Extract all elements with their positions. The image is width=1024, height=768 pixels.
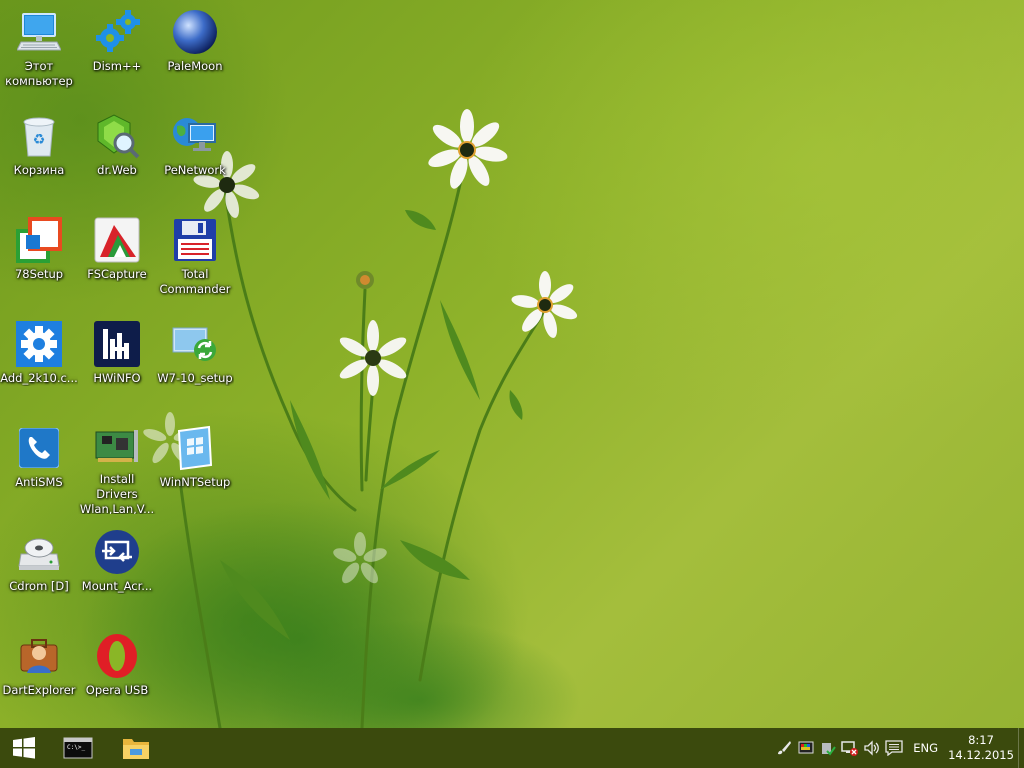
mount-icon [93, 528, 141, 576]
clock-date: 14.12.2015 [948, 748, 1014, 762]
desktop-icon-this-pc[interactable]: Этот компьютер [0, 2, 78, 98]
setup-arrows-icon [171, 320, 219, 368]
icon-label: W7-10_setup [157, 371, 233, 385]
desktop[interactable]: Этот компьютер ♻ Корзина 78Setup Add_2k1… [0, 0, 1024, 728]
icon-label: Total Commander [159, 267, 231, 296]
desktop-icon-dism[interactable]: Dism++ [78, 2, 156, 98]
clock-time: 8:17 [968, 733, 994, 747]
desktop-icon-recycle-bin[interactable]: ♻ Корзина [0, 106, 78, 202]
icon-label: Этот компьютер [5, 59, 73, 88]
drweb-spider-icon [93, 112, 141, 160]
command-prompt-button[interactable]: C:\>_ [54, 728, 102, 768]
icon-label: WinNTSetup [159, 475, 231, 489]
cmd-icon: C:\>_ [63, 737, 93, 759]
hwinfo-icon [93, 320, 141, 368]
network-globe-icon [171, 112, 219, 160]
desktop-icon-mount-acr[interactable]: Mount_Acr... [78, 522, 156, 618]
desktop-icon-add-2k10[interactable]: Add_2k10.c... [0, 314, 78, 410]
circuit-board-icon [93, 424, 141, 469]
file-explorer-button[interactable] [112, 728, 160, 768]
desktop-icon-penetwork[interactable]: PeNetwork [156, 106, 234, 202]
desktop-icon-w7-10-setup[interactable]: W7-10_setup [156, 314, 234, 410]
start-button[interactable] [0, 728, 48, 768]
notification-icon[interactable] [883, 728, 905, 768]
desktop-icon-total-commander[interactable]: Total Commander [156, 210, 234, 306]
icon-label: Dism++ [92, 59, 142, 73]
icon-label: DartExplorer [2, 683, 76, 697]
desktop-icon-78setup[interactable]: 78Setup [0, 210, 78, 306]
icon-label: AntiSMS [15, 475, 63, 489]
desktop-icon-install-drivers[interactable]: Install Drivers Wlan,Lan,V... [78, 418, 156, 514]
icon-label: Cdrom [D] [9, 579, 69, 593]
system-tray: ENG 8:17 14.12.2015 [773, 728, 1016, 768]
briefcase-user-icon [15, 632, 63, 680]
clock[interactable]: 8:17 14.12.2015 [946, 733, 1016, 763]
svg-text:♻: ♻ [33, 132, 46, 148]
desktop-icon-antisms[interactable]: AntiSMS [0, 418, 78, 514]
settings-gear-icon [15, 320, 63, 368]
icon-label: 78Setup [14, 267, 64, 281]
desktop-icon-hwinfo[interactable]: HWiNFO [78, 314, 156, 410]
opera-icon [93, 632, 141, 680]
icon-label: HWiNFO [93, 371, 141, 385]
desktop-icon-palemoon[interactable]: PaleMoon [156, 2, 234, 98]
svg-text:C:\>_: C:\>_ [67, 744, 85, 751]
desktop-icon-dartexplorer[interactable]: DartExplorer [0, 626, 78, 722]
icon-label: PaleMoon [167, 59, 223, 73]
icon-label: Opera USB [85, 683, 149, 697]
gears-icon [93, 8, 141, 56]
taskbar: C:\>_ ENG 8:17 14.12.2015 [0, 728, 1024, 768]
icon-label: Add_2k10.c... [0, 371, 78, 385]
language-indicator[interactable]: ENG [913, 741, 938, 755]
cd-drive-icon [15, 528, 63, 576]
desktop-icon-cdrom[interactable]: Cdrom [D] [0, 522, 78, 618]
desktop-icon-drweb[interactable]: dr.Web [78, 106, 156, 202]
floppy-disk-icon [171, 216, 219, 264]
color-display-icon[interactable] [795, 728, 817, 768]
show-desktop-button[interactable] [1018, 728, 1024, 768]
phone-icon [15, 424, 63, 472]
windows-setup-icon [171, 424, 219, 472]
icon-label: Install Drivers Wlan,Lan,V... [79, 471, 155, 514]
icon-label: PeNetwork [164, 163, 226, 177]
shield-check-icon[interactable] [817, 728, 839, 768]
icon-label: FSCapture [87, 267, 147, 281]
desktop-icon-opera-usb[interactable]: Opera USB [78, 626, 156, 722]
network-error-icon[interactable] [839, 728, 861, 768]
desktop-icon-winntsetup[interactable]: WinNTSetup [156, 418, 234, 514]
speaker-icon[interactable] [861, 728, 883, 768]
icon-label: Mount_Acr... [81, 579, 153, 593]
brush-icon[interactable] [773, 728, 795, 768]
icon-label: Корзина [13, 163, 65, 177]
moon-globe-icon [171, 8, 219, 56]
setup-windows-icon [15, 216, 63, 264]
recycle-bin-icon: ♻ [15, 112, 63, 160]
desktop-icon-fscapture[interactable]: FSCapture [78, 210, 156, 306]
folder-icon [123, 739, 149, 759]
windows-logo-icon [13, 737, 35, 759]
capture-icon [93, 216, 141, 264]
this-pc-icon [15, 8, 63, 56]
icon-label: dr.Web [97, 163, 137, 177]
